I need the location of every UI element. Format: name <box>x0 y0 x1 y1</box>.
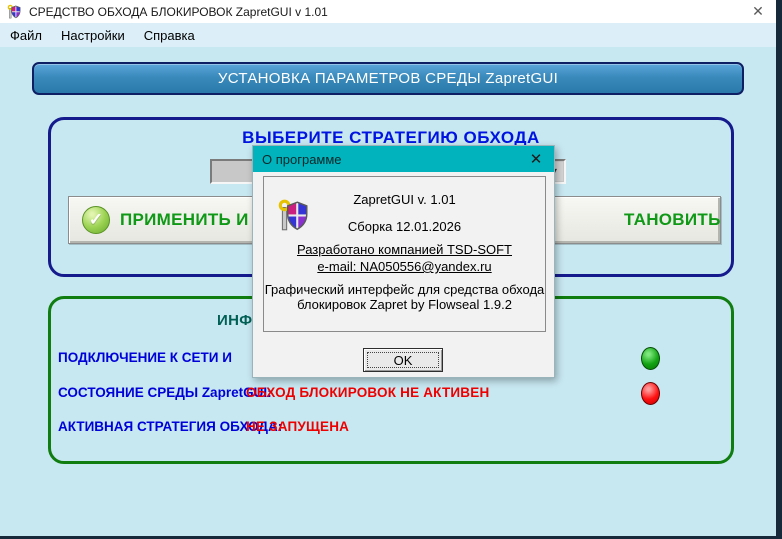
apply-button-label: ПРИМЕНИТЬ И З <box>120 210 265 230</box>
banner-label: УСТАНОВКА ПАРАМЕТРОВ СРЕДЫ ZapretGUI <box>218 70 558 87</box>
app-window: СРЕДСТВО ОБХОДА БЛОКИРОВОК ZapretGUI v 1… <box>0 0 776 536</box>
network-label: ПОДКЛЮЧЕНИЕ К СЕТИ И <box>58 350 232 365</box>
ok-button[interactable]: OK <box>363 348 443 372</box>
about-build: Сборка 12.01.2026 <box>263 219 546 234</box>
menu-item-file[interactable]: Файл <box>7 26 45 45</box>
desktop: СРЕДСТВО ОБХОДА БЛОКИРОВОК ZapretGUI v 1… <box>0 0 782 539</box>
menu-item-help[interactable]: Справка <box>141 26 198 45</box>
about-description-line1: Графический интерфейс для средства обход… <box>263 282 546 297</box>
about-dialog-close-icon[interactable]: ✕ <box>518 146 554 172</box>
developer-link[interactable]: Разработано компанией TSD-SOFT <box>297 242 512 257</box>
about-dialog: О программе ✕ Zap <box>252 145 555 378</box>
about-dialog-title: О программе <box>262 152 342 167</box>
menu-item-settings[interactable]: Настройки <box>58 26 128 45</box>
active-strategy-value: НЕ ЗАПУЩЕНА <box>246 419 349 434</box>
about-description-line2: блокировок Zapret by Flowseal 1.9.2 <box>263 297 546 312</box>
info-header: ИНФ <box>217 312 252 329</box>
env-state-label: СОСТОЯНИЕ СРЕДЫ ZapretGUI: <box>58 385 272 400</box>
env-state-value: ОБХОД БЛОКИРОВОК НЕ АКТИВЕН <box>246 385 489 400</box>
email-link[interactable]: e-mail: NA050556@yandex.ru <box>317 259 491 274</box>
stop-button-label: ТАНОВИТЬ <box>624 210 721 230</box>
menu-bar: Файл Настройки Справка <box>0 23 776 47</box>
window-close-icon[interactable]: ✕ <box>742 0 774 23</box>
about-dialog-titlebar[interactable]: О программе <box>253 146 554 172</box>
about-app-name: ZapretGUI v. 1.01 <box>263 192 546 207</box>
window-title: СРЕДСТВО ОБХОДА БЛОКИРОВОК ZapretGUI v 1… <box>29 5 328 19</box>
env-state-indicator-led <box>641 382 660 405</box>
header-banner: УСТАНОВКА ПАРАМЕТРОВ СРЕДЫ ZapretGUI <box>32 62 744 95</box>
title-bar: СРЕДСТВО ОБХОДА БЛОКИРОВОК ZapretGUI v 1… <box>0 0 776 23</box>
check-icon: ✓ <box>82 206 110 234</box>
app-shield-icon <box>6 4 22 20</box>
network-indicator-led <box>641 347 660 370</box>
